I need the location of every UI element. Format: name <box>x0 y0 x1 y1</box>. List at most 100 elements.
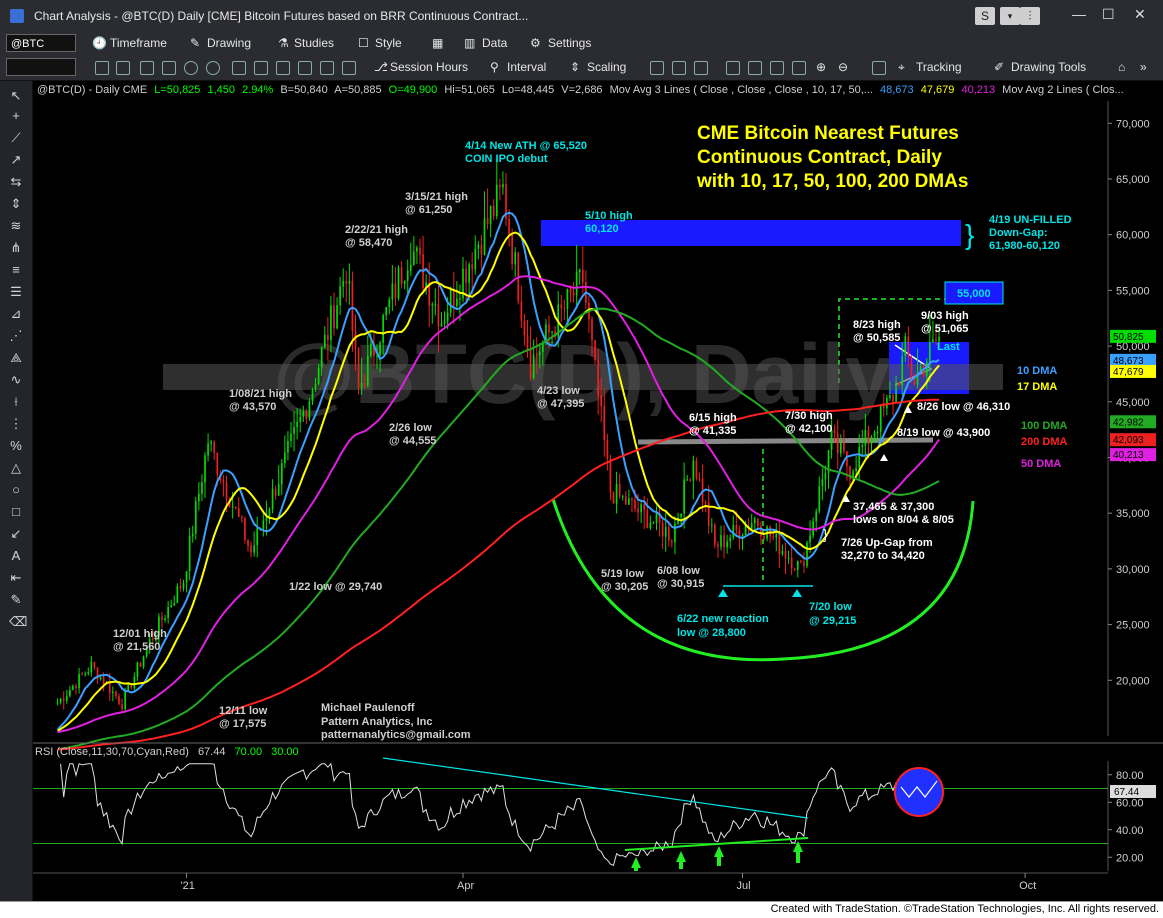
bar-style-icon-7[interactable] <box>792 61 806 75</box>
fan-icon[interactable]: ⟁ <box>9 351 23 365</box>
minimize-icon[interactable]: — <box>1072 6 1086 22</box>
secondary-symbol-input[interactable] <box>6 58 76 76</box>
candle-body <box>818 486 821 512</box>
drawing-icon[interactable]: ✎ <box>190 36 200 50</box>
tool-icon-6[interactable] <box>206 61 220 75</box>
drawing-menu[interactable]: Drawing <box>207 36 251 50</box>
candle-body <box>772 536 775 538</box>
tool-icon-10[interactable] <box>298 61 312 75</box>
timeframe-menu[interactable]: Timeframe <box>110 36 167 50</box>
tool-icon-12[interactable] <box>342 61 356 75</box>
candle-body <box>603 406 606 441</box>
legend-last: L=50,825 <box>154 84 200 96</box>
link-button[interactable]: ⫶ <box>1020 7 1040 25</box>
candle-body <box>643 504 646 511</box>
horizontal-line-icon[interactable]: ⇆ <box>9 175 23 189</box>
dma-label: 50 DMA <box>1021 458 1061 470</box>
bar-style-icon-5[interactable] <box>748 61 762 75</box>
pin-icon[interactable]: ⌂ <box>1118 60 1125 74</box>
bar-style-icon-2[interactable] <box>672 61 686 75</box>
candle-body <box>274 488 277 496</box>
interval-menu[interactable]: Interval <box>507 60 546 74</box>
tool-icon-1[interactable] <box>95 61 109 75</box>
data-icon[interactable]: ▥ <box>464 36 475 50</box>
studies-menu[interactable]: Studies <box>294 36 334 50</box>
legend-v1: 48,673 <box>880 84 914 96</box>
zoom-in-icon[interactable]: ⊕ <box>816 60 826 74</box>
candle-body <box>173 603 176 606</box>
style-menu[interactable]: Style <box>375 36 402 50</box>
style-icon[interactable]: ☐ <box>358 36 369 50</box>
gann-icon[interactable]: ⊿ <box>9 307 23 321</box>
scaling-menu[interactable]: Scaling <box>587 60 626 74</box>
tool-icon-2[interactable] <box>116 61 130 75</box>
vertical-line-icon[interactable]: ⇕ <box>9 197 23 211</box>
candle-body <box>867 429 870 444</box>
tool-icon-9[interactable] <box>276 61 290 75</box>
regression-icon[interactable]: ⟊ <box>9 395 23 409</box>
candle-body <box>787 557 790 559</box>
channel-icon[interactable]: ≋ <box>9 219 23 233</box>
legend-ask: A=50,885 <box>334 84 381 96</box>
eraser-icon[interactable]: ⌫ <box>9 615 27 629</box>
bar-style-icon-4[interactable] <box>726 61 740 75</box>
overflow-icon[interactable]: » <box>1140 60 1147 74</box>
speed-lines-icon[interactable]: ⋰ <box>9 329 23 343</box>
legend-change: 1,450 <box>207 84 235 96</box>
trendline-icon[interactable]: ⟋ <box>9 131 23 145</box>
gear-icon[interactable]: ⚙ <box>530 36 541 50</box>
tracking-menu[interactable]: Tracking <box>916 60 962 74</box>
andrews-icon[interactable]: ⋮ <box>9 417 23 431</box>
text-icon[interactable]: A <box>9 549 23 563</box>
drawing-tools-icon[interactable]: ✐ <box>994 60 1004 74</box>
settings-menu[interactable]: Settings <box>548 36 591 50</box>
rsi-tick-label: 40.00 <box>1116 825 1144 837</box>
drawing-tools-menu[interactable]: Drawing Tools <box>1011 60 1086 74</box>
tool-icon-13[interactable] <box>872 61 886 75</box>
s-button[interactable]: S <box>975 7 995 25</box>
bar-style-icon-1[interactable] <box>650 61 664 75</box>
crosshair-icon[interactable]: + <box>9 109 23 123</box>
fib-ext-icon[interactable]: ☰ <box>9 285 23 299</box>
tool-icon-8[interactable] <box>254 61 268 75</box>
tool-icon-3[interactable] <box>140 61 154 75</box>
cycle-icon[interactable]: ∿ <box>9 373 23 387</box>
candle-body <box>198 493 200 502</box>
interval-icon[interactable]: ⚲ <box>490 60 499 74</box>
ellipse-icon[interactable]: ○ <box>9 483 23 497</box>
rsi-value: 67.44 <box>198 746 226 758</box>
pointer-icon[interactable]: ↖ <box>9 89 23 103</box>
candle-body <box>419 247 421 255</box>
timeframe-icon[interactable]: 🕘 <box>92 36 107 50</box>
percent-icon[interactable]: % <box>9 439 23 453</box>
symbol-input[interactable]: @BTC <box>6 34 76 52</box>
price-marker-icon[interactable]: ⇤ <box>9 571 23 585</box>
tool-icon-11[interactable] <box>320 61 334 75</box>
maximize-icon[interactable]: ☐ <box>1102 6 1115 23</box>
candle-body <box>667 527 670 541</box>
session-hours-menu[interactable]: Session Hours <box>390 60 468 74</box>
fib-icon[interactable]: ≡ <box>9 263 23 277</box>
tool-icon-5[interactable] <box>184 61 198 75</box>
tool-icon-4[interactable] <box>162 61 176 75</box>
highlighter-icon[interactable]: ✎ <box>9 593 23 607</box>
bar-style-icon-3[interactable] <box>694 61 708 75</box>
rectangle-icon[interactable]: □ <box>9 505 23 519</box>
studies-icon[interactable]: ⚗ <box>278 36 289 50</box>
tool-icon-7[interactable] <box>232 61 246 75</box>
pitchfork-icon[interactable]: ⋔ <box>9 241 23 255</box>
triangle-icon[interactable]: △ <box>9 461 23 475</box>
close-icon[interactable]: ✕ <box>1134 6 1146 23</box>
session-hours-icon[interactable]: ⎇ <box>374 60 388 74</box>
tracking-icon[interactable]: ⌖ <box>898 60 905 75</box>
arrow-icon[interactable]: ↙ <box>9 527 23 541</box>
dropdown-button[interactable]: ▾ <box>1000 7 1020 25</box>
bar-style-icon-6[interactable] <box>770 61 784 75</box>
chart-type-icon[interactable]: ▦ <box>432 36 443 50</box>
ray-icon[interactable]: ↗ <box>9 153 23 167</box>
candle-body <box>305 411 308 419</box>
price-chart[interactable]: 20,00025,00030,00035,00040,00045,00050,0… <box>33 81 1163 901</box>
data-menu[interactable]: Data <box>482 36 507 50</box>
zoom-out-icon[interactable]: ⊖ <box>838 60 848 74</box>
scaling-icon[interactable]: ⇕ <box>570 60 580 74</box>
